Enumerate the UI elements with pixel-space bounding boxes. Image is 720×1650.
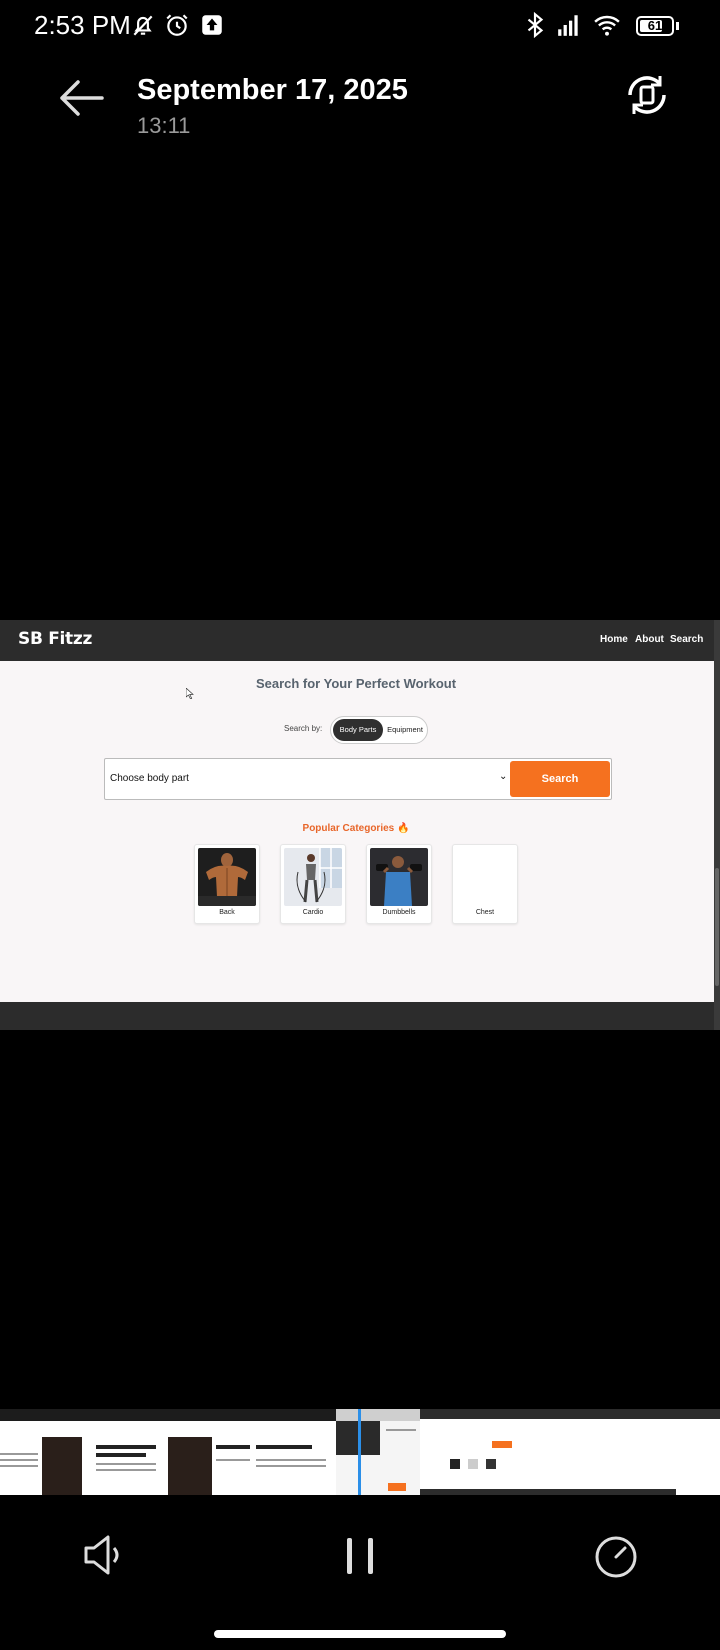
timeline-thumbnail <box>676 1409 720 1495</box>
status-time: 2:53 PM <box>34 10 131 40</box>
cardio-image <box>284 848 342 906</box>
category-label: Cardio <box>302 909 324 916</box>
timeline-thumbnail <box>0 1409 84 1495</box>
arrow-left-icon[interactable] <box>54 74 106 122</box>
category-card-dumbbells[interactable]: Dumbbells <box>366 844 432 924</box>
pause-icon[interactable] <box>344 1534 376 1578</box>
chest-image-placeholder <box>456 848 514 906</box>
back-muscle-image <box>198 848 256 906</box>
site-logo: SB Fitzz <box>18 629 93 649</box>
battery-level: 61 <box>647 18 663 33</box>
bluetooth-icon <box>527 12 544 38</box>
home-indicator[interactable] <box>214 1630 506 1638</box>
upload-icon <box>202 15 222 35</box>
battery-tip <box>676 22 679 30</box>
frame-scrollbar-thumb <box>715 868 719 986</box>
mute-bell-icon <box>133 15 153 36</box>
wifi-icon <box>594 15 620 36</box>
video-frame-bottom-bar <box>0 1002 720 1030</box>
toggle-body-parts[interactable]: Body Parts <box>333 719 383 741</box>
category-label: Back <box>219 909 235 916</box>
timeline-thumbnail <box>420 1409 548 1495</box>
search-by-label: Search by: <box>284 724 323 733</box>
body-part-select[interactable]: Choose body part ⌄ Search <box>104 758 612 800</box>
timeline-thumbnail <box>252 1409 336 1495</box>
nav-about[interactable]: About <box>635 634 664 645</box>
popular-categories-title: Popular Categories 🔥 <box>302 823 410 834</box>
search-mode-toggle: Body Parts Equipment <box>330 716 428 744</box>
category-card-chest[interactable]: Chest <box>452 844 518 924</box>
category-label: Dumbbells <box>382 909 416 916</box>
toggle-equipment[interactable]: Equipment <box>385 719 425 741</box>
category-label: Chest <box>475 909 495 916</box>
search-button[interactable]: Search <box>510 761 610 797</box>
timeline-thumbnail <box>336 1409 420 1495</box>
site-navbar: SB Fitzz Home About Search <box>0 620 715 661</box>
video-frame[interactable]: SB Fitzz Home About Search Search for Yo… <box>0 620 720 1030</box>
speedometer-icon[interactable] <box>593 1534 639 1580</box>
recording-time: 13:11 <box>137 113 191 138</box>
timeline-thumbnail <box>84 1409 168 1495</box>
signal-icon <box>558 15 578 36</box>
recording-date: September 17, 2025 <box>137 74 408 106</box>
rotate-screen-icon[interactable] <box>624 72 670 118</box>
select-value: Choose body part <box>110 773 189 784</box>
timeline-playhead[interactable] <box>358 1409 361 1495</box>
nav-search[interactable]: Search <box>670 634 703 645</box>
timeline-thumbnail <box>548 1409 676 1495</box>
category-card-back[interactable]: Back <box>194 844 260 924</box>
timeline-thumbnail <box>168 1409 252 1495</box>
battery-icon: 61 <box>636 16 674 36</box>
alarm-icon <box>166 14 188 36</box>
category-card-cardio[interactable]: Cardio <box>280 844 346 924</box>
chevron-down-icon: ⌄ <box>499 771 508 782</box>
page-heading: Search for Your Perfect Workout <box>255 676 457 691</box>
dumbbells-image <box>370 848 428 906</box>
speaker-icon[interactable] <box>80 1533 128 1577</box>
nav-home[interactable]: Home <box>600 634 628 645</box>
